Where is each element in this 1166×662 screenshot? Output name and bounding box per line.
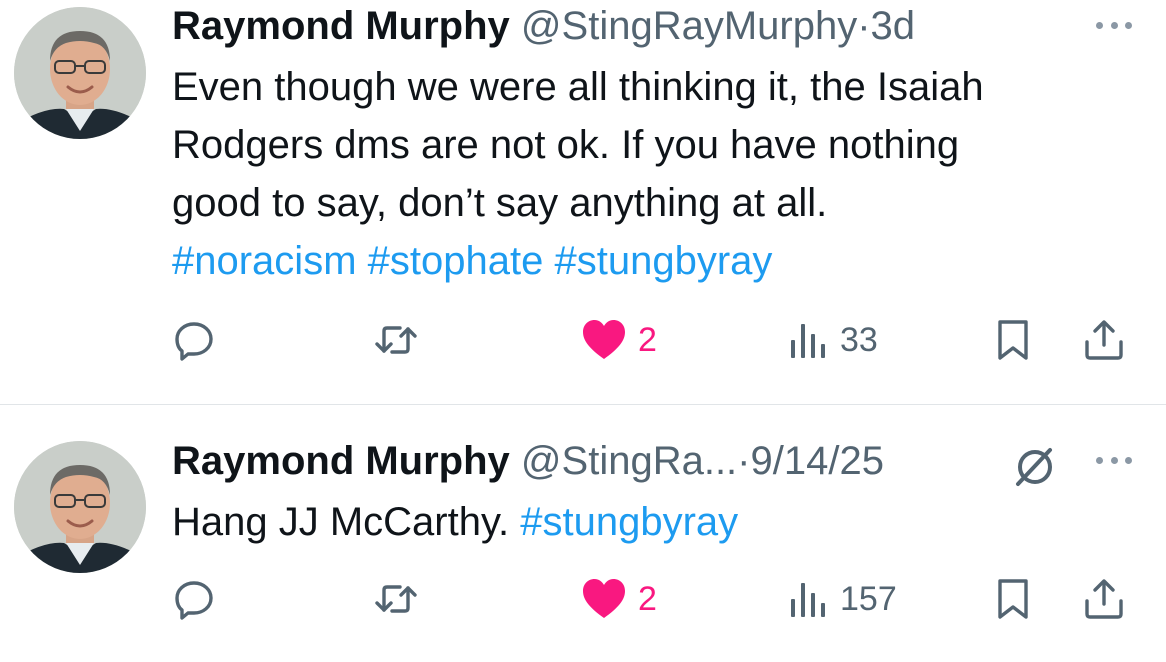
reply-button[interactable] (174, 310, 216, 370)
views-icon (791, 583, 825, 617)
hashtag-link[interactable]: #stungbyray (554, 239, 772, 283)
author-name[interactable]: Raymond Murphy (172, 4, 510, 48)
tweet-header: Raymond Murphy @StingRa...·9/14/25 (172, 437, 884, 485)
hashtag-link[interactable]: #noracism (172, 239, 357, 283)
tweet-text: Even though we were all thinking it, the… (172, 58, 1132, 290)
views-button[interactable]: 33 (788, 310, 878, 370)
share-button[interactable] (1083, 569, 1125, 629)
tweet-text-line: good to say, don’t say anything at all. (172, 181, 828, 225)
hashtag-link[interactable]: #stophate (368, 239, 544, 283)
author-handle[interactable]: @StingRa... (521, 439, 737, 483)
reply-icon (175, 322, 213, 361)
reply-button[interactable] (174, 569, 216, 629)
like-count: 2 (638, 579, 657, 618)
retweet-button[interactable] (374, 310, 418, 370)
heart-icon (583, 579, 625, 618)
author-name[interactable]: Raymond Murphy (172, 439, 510, 483)
bookmark-button[interactable] (994, 310, 1032, 370)
grok-icon[interactable] (1010, 442, 1060, 492)
action-bar: 2 157 (0, 569, 1166, 629)
tweet-header: Raymond Murphy @StingRayMurphy·3d (172, 2, 915, 50)
retweet-icon (375, 585, 417, 613)
view-count: 33 (840, 320, 878, 359)
bookmark-icon (998, 579, 1028, 619)
more-icon[interactable] (1096, 20, 1132, 30)
like-count: 2 (638, 320, 657, 359)
hashtag-link[interactable]: #stungbyray (520, 500, 738, 544)
tweet-text-line: Even though we were all thinking it, the… (172, 65, 984, 109)
views-icon (791, 324, 825, 358)
separator-dot: · (737, 439, 751, 483)
like-button[interactable]: 2 (582, 569, 657, 629)
heart-icon (583, 320, 625, 359)
separator-dot: · (857, 4, 871, 48)
tweet[interactable]: Raymond Murphy @StingRa...·9/14/25 Hang … (0, 405, 1166, 662)
more-icon[interactable] (1096, 455, 1132, 465)
tweet-text: Hang JJ McCarthy. #stungbyray (172, 493, 1132, 551)
author-handle[interactable]: @StingRayMurphy (521, 4, 857, 48)
hashtag-line: #noracism #stophate #stungbyray (172, 232, 1132, 290)
bookmark-icon (998, 320, 1028, 360)
views-button[interactable]: 157 (788, 569, 897, 629)
tweet-timestamp[interactable]: 9/14/25 (751, 439, 884, 483)
action-bar: 2 33 (0, 310, 1166, 370)
share-icon (1085, 320, 1123, 360)
share-button[interactable] (1083, 310, 1125, 370)
retweet-icon (375, 326, 417, 354)
avatar[interactable] (14, 441, 146, 573)
reply-icon (175, 581, 213, 620)
share-icon (1085, 579, 1123, 619)
retweet-button[interactable] (374, 569, 418, 629)
view-count: 157 (840, 579, 897, 618)
tweet-text-line: Hang JJ McCarthy. (172, 500, 510, 544)
tweet-timestamp[interactable]: 3d (871, 4, 916, 48)
tweet-text-line: Rodgers dms are not ok. If you have noth… (172, 123, 960, 167)
avatar[interactable] (14, 7, 146, 139)
bookmark-button[interactable] (994, 569, 1032, 629)
tweet[interactable]: Raymond Murphy @StingRayMurphy·3d Even t… (0, 0, 1166, 404)
like-button[interactable]: 2 (582, 310, 657, 370)
